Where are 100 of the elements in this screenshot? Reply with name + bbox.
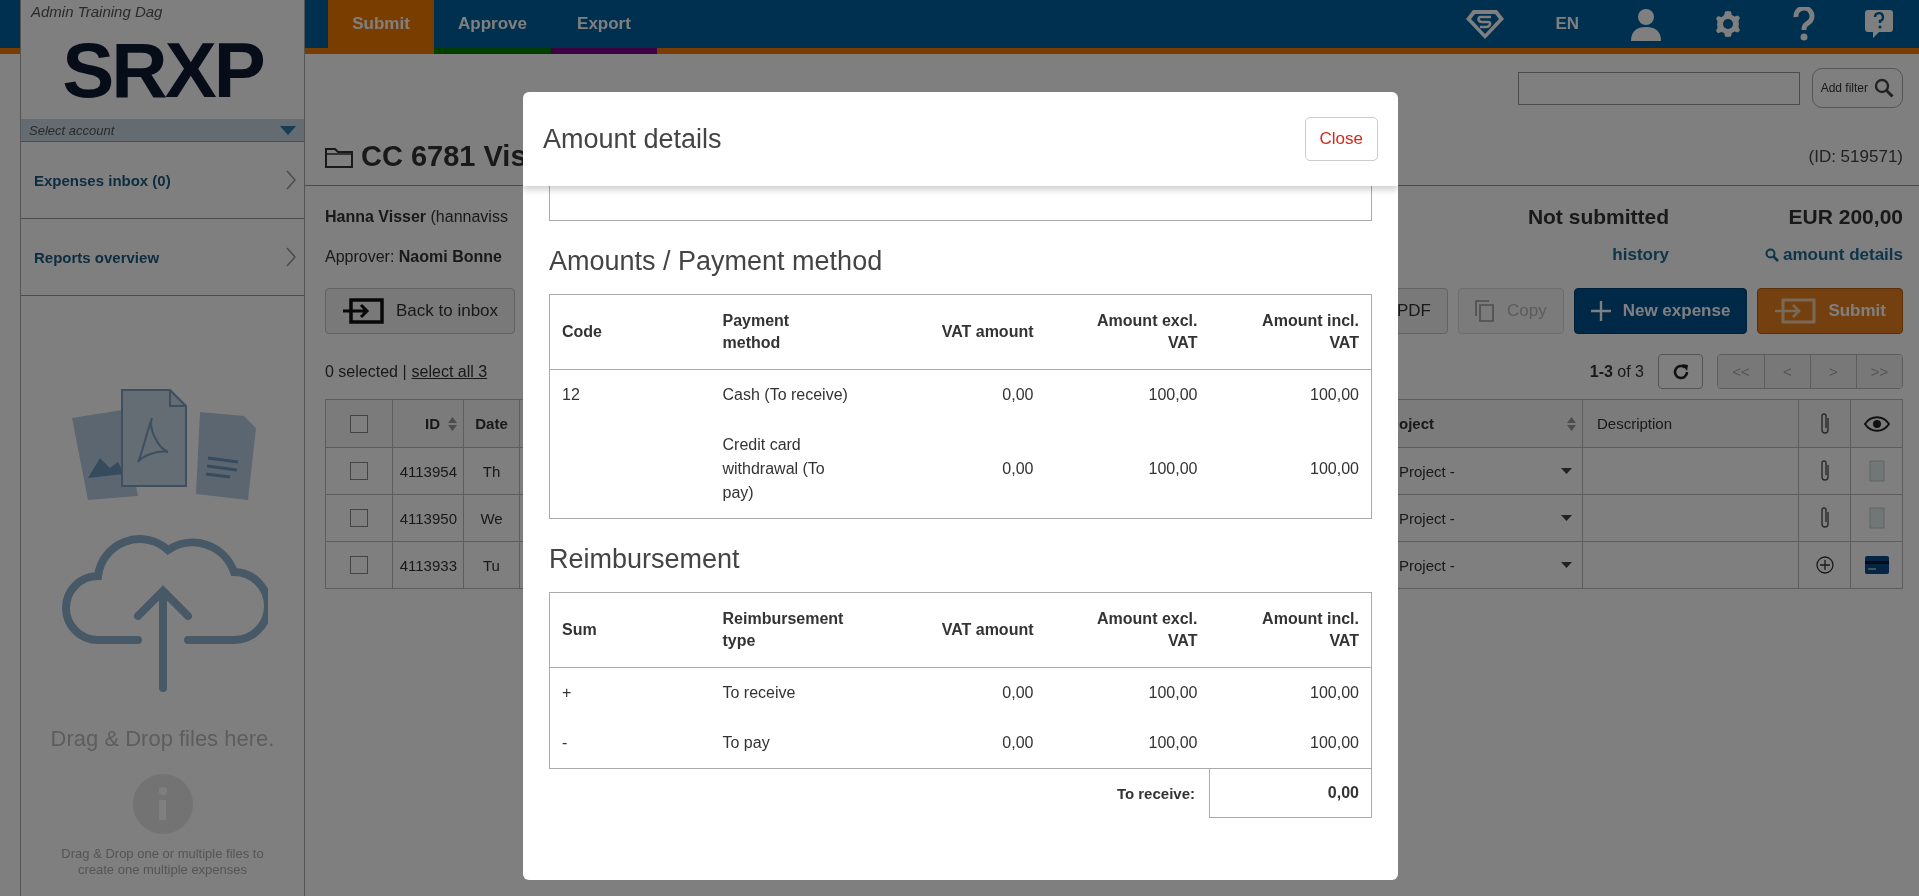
search-icon (1765, 248, 1780, 262)
row-checkbox[interactable] (350, 509, 368, 527)
column-header[interactable]: Description (1583, 400, 1799, 448)
close-button[interactable]: Close (1304, 117, 1378, 161)
table-cell: 100,00 (1209, 369, 1372, 420)
column-header: Amount incl. VAT (1209, 592, 1372, 668)
report-link[interactable]: history (1612, 245, 1670, 265)
report-total: EUR 200,00 (1788, 205, 1903, 229)
table-cell: 4113954 (393, 448, 464, 495)
table-cell: 100,00 (1209, 420, 1372, 519)
column-header: Sum (549, 592, 711, 668)
column-header[interactable]: Date (464, 400, 520, 448)
approver-text: Approver: Naomi Bonne (325, 248, 503, 266)
arrow-box-icon (342, 298, 384, 324)
total-label: To receive: (1115, 784, 1196, 804)
table-cell: 4113933 (393, 542, 464, 589)
report-status: Not submitted (1527, 205, 1670, 229)
toolbar-button[interactable]: Submit (1757, 288, 1903, 334)
table-cell: Th (464, 448, 520, 495)
eye-icon (1863, 415, 1890, 432)
add-filter-button[interactable]: Add filter (1811, 68, 1903, 108)
report-link[interactable]: amount details (1765, 245, 1903, 265)
language-menu[interactable]: EN (1555, 14, 1579, 34)
column-header: Payment method (710, 294, 881, 370)
report-title: CC 6781 Vis (361, 140, 527, 173)
table-cell: 100,00 (1045, 369, 1210, 420)
plus-icon (1590, 301, 1611, 321)
column-header: VAT amount (880, 592, 1046, 668)
selection-count: 0 selected | (325, 362, 407, 381)
account-select[interactable]: Select account (21, 119, 304, 142)
select-all-checkbox[interactable] (350, 414, 368, 433)
table-cell: 100,00 (1045, 667, 1210, 718)
dialog-title: Amount details (543, 123, 722, 155)
table-cell: - (549, 718, 711, 769)
owner-text: Hanna Visser (hannaviss (325, 208, 508, 226)
sidebar-item[interactable]: Reports overview (21, 219, 304, 296)
shield-icon[interactable] (1465, 8, 1506, 40)
toolbar-button[interactable]: New expense (1573, 288, 1748, 334)
table-cell: 0,00 (880, 718, 1046, 769)
select-all-link[interactable]: select all 3 (411, 362, 488, 381)
table-cell: To receive (710, 667, 881, 718)
section-heading: Amounts / Payment method (549, 245, 884, 278)
description-cell[interactable] (1583, 542, 1799, 589)
paperclip-icon[interactable] (1818, 506, 1831, 530)
sidebar-item[interactable]: Expenses inbox (0) (21, 142, 304, 219)
report-id: (ID: 519571) (1808, 146, 1903, 167)
table-cell: We (464, 495, 520, 542)
table-cell: 0,00 (880, 667, 1046, 718)
paperclip-icon[interactable] (1818, 459, 1831, 483)
chat-help-icon[interactable] (1865, 9, 1893, 39)
caret-icon (1561, 468, 1572, 474)
paperclip-icon (1818, 411, 1831, 436)
column-header: Amount excl. VAT (1045, 592, 1210, 668)
page-range: 1-3 of 3 (1589, 362, 1644, 381)
chevron-icon (286, 170, 296, 190)
sort-icon (1567, 416, 1576, 431)
row-checkbox[interactable] (350, 556, 368, 574)
nav-tab[interactable]: Export (550, 0, 657, 54)
search-field[interactable] (1517, 71, 1800, 105)
refresh-button[interactable] (1658, 354, 1703, 389)
credit-card-icon[interactable] (1864, 556, 1889, 574)
section-heading: Reimbursement (549, 543, 741, 576)
column-header: Reimbursement type (710, 592, 881, 668)
column-header: Amount incl. VAT (1209, 294, 1372, 370)
table-cell: 100,00 (1045, 420, 1210, 519)
caret-icon (280, 125, 296, 135)
description-cell[interactable] (1583, 495, 1799, 542)
table-cell: 4113950 (393, 495, 464, 542)
column-header: Amount excl. VAT (1045, 294, 1210, 370)
column-header: Code (549, 294, 711, 370)
table-cell: 0,00 (880, 420, 1046, 519)
row-checkbox[interactable] (350, 462, 368, 480)
column-header: VAT amount (880, 294, 1046, 370)
table-cell: 100,00 (1045, 718, 1210, 769)
caret-icon (1561, 562, 1572, 568)
search-icon (1874, 78, 1894, 98)
caret-icon (1561, 515, 1572, 521)
table-cell: Cash (To receive) (710, 369, 881, 420)
table-cell: 0,00 (880, 369, 1046, 420)
back-button[interactable]: Back to inbox (325, 288, 516, 334)
logo: SRXP (61, 25, 264, 116)
nav-tab[interactable]: Approve (434, 0, 551, 54)
total-value: 0,00 (1209, 769, 1372, 818)
user-icon[interactable] (1629, 7, 1663, 41)
table-cell: 12 (549, 369, 711, 420)
arrow-box-icon (1774, 298, 1817, 324)
settings-icon[interactable] (1713, 9, 1743, 39)
chevron-icon (286, 247, 296, 267)
table-cell: 100,00 (1209, 718, 1372, 769)
plus-circle-icon[interactable] (1815, 556, 1834, 574)
table-cell: Credit card withdrawal (To pay) (710, 420, 881, 519)
table-cell: Tu (464, 542, 520, 589)
refresh-icon (1671, 362, 1690, 381)
folder-icon (325, 145, 353, 168)
description-cell[interactable] (1583, 448, 1799, 495)
account-name: Admin Training Dag (29, 2, 164, 22)
help-icon[interactable] (1793, 7, 1815, 41)
sort-icon (448, 416, 457, 431)
column-header[interactable]: ID (393, 400, 464, 448)
table-cell: To pay (710, 718, 881, 769)
